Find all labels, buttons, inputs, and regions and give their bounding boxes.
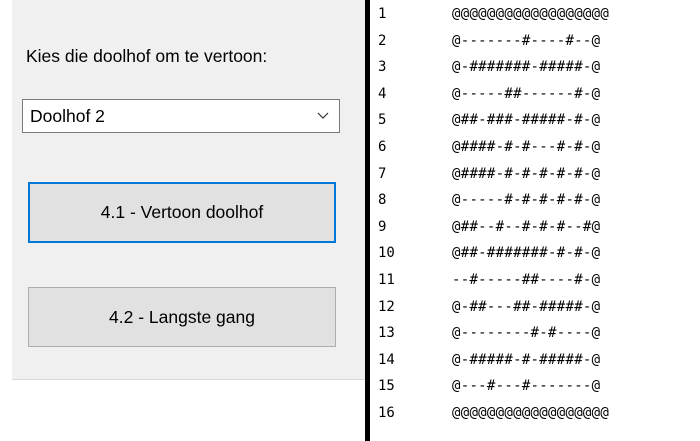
- row-number: 5: [378, 112, 387, 129]
- window-edge: [0, 0, 12, 441]
- maze-line: @-------#----#--@: [452, 32, 601, 49]
- longest-corridor-button[interactable]: 4.2 - Langste gang: [28, 287, 336, 347]
- maze-select-dropdown[interactable]: Doolhof 2: [22, 99, 340, 133]
- row-number: 16: [378, 405, 395, 421]
- maze-line: @##--#--#-#-#--#@: [452, 218, 601, 235]
- maze-line: @-#####-#-#####-@: [452, 351, 601, 368]
- row-number: 2: [378, 32, 387, 49]
- panel-blank-area: [12, 381, 365, 441]
- output-row: 16 @@@@@@@@@@@@@@@@@@: [378, 405, 700, 425]
- output-row: 12 @-##---##-#####-@: [378, 299, 700, 319]
- row-number: 3: [378, 59, 387, 76]
- maze-line: @@@@@@@@@@@@@@@@@@: [452, 6, 610, 22]
- panel-divider: [365, 0, 370, 441]
- show-maze-button[interactable]: 4.1 - Vertoon doolhof: [28, 182, 336, 243]
- row-number: 14: [378, 351, 395, 368]
- output-row: 14 @-#####-#-#####-@: [378, 352, 700, 372]
- row-number: 13: [378, 325, 395, 342]
- row-number: 12: [378, 298, 395, 315]
- row-number: 4: [378, 85, 387, 102]
- maze-line: @####-#-#---#-#-@: [452, 139, 601, 155]
- row-number: 6: [378, 139, 387, 155]
- maze-line: @@@@@@@@@@@@@@@@@@: [452, 405, 610, 421]
- maze-line: @##-###-#####-#-@: [452, 112, 601, 129]
- maze-line: @-----#-#-#-#-#-@: [452, 192, 601, 209]
- maze-line: @####-#-#-#-#-#-@: [452, 165, 601, 182]
- maze-output-list[interactable]: 1 @@@@@@@@@@@@@@@@@@ 2 @-------#----#--@ 3 @-…: [378, 6, 700, 436]
- output-row: 2 @-------#----#--@: [378, 33, 700, 53]
- maze-line: --#-----##----#-@: [452, 272, 601, 288]
- output-row: 3 @-#######-#####-@: [378, 59, 700, 79]
- maze-prompt-label: Kies die doolhof om te vertoon:: [26, 46, 268, 66]
- output-row: 6 @####-#-#---#-#-@: [378, 139, 700, 159]
- row-number: 1: [378, 6, 387, 22]
- maze-line: @-##---##-#####-@: [452, 298, 601, 315]
- maze-line: @---#---#-------@: [452, 378, 601, 395]
- row-number: 8: [378, 192, 387, 209]
- row-number: 9: [378, 218, 387, 235]
- row-number: 7: [378, 165, 387, 182]
- output-row: 1 @@@@@@@@@@@@@@@@@@: [378, 6, 700, 26]
- output-row: 5 @##-###-#####-#-@: [378, 112, 700, 132]
- output-row: 15 @---#---#-------@: [378, 378, 700, 398]
- maze-line: @-#######-#####-@: [452, 59, 601, 76]
- output-row: 11 --#-----##----#-@: [378, 272, 700, 292]
- output-row: 8 @-----#-#-#-#-#-@: [378, 192, 700, 212]
- output-row: 13 @--------#-#----@: [378, 325, 700, 345]
- maze-select-value: Doolhof 2: [30, 106, 105, 126]
- output-row: 9 @##--#--#-#-#--#@: [378, 219, 700, 239]
- row-number: 10: [378, 245, 395, 262]
- maze-line: @-----##------#-@: [452, 85, 601, 102]
- output-row: 7 @####-#-#-#-#-#-@: [378, 166, 700, 186]
- row-number: 15: [378, 378, 395, 395]
- maze-line: @--------#-#----@: [452, 325, 601, 342]
- row-number: 11: [378, 272, 395, 288]
- chevron-down-icon: [317, 112, 329, 119]
- output-row: 4 @-----##------#-@: [378, 86, 700, 106]
- output-row: 10 @##-#######-#-#-@: [378, 245, 700, 265]
- maze-line: @##-#######-#-#-@: [452, 245, 601, 262]
